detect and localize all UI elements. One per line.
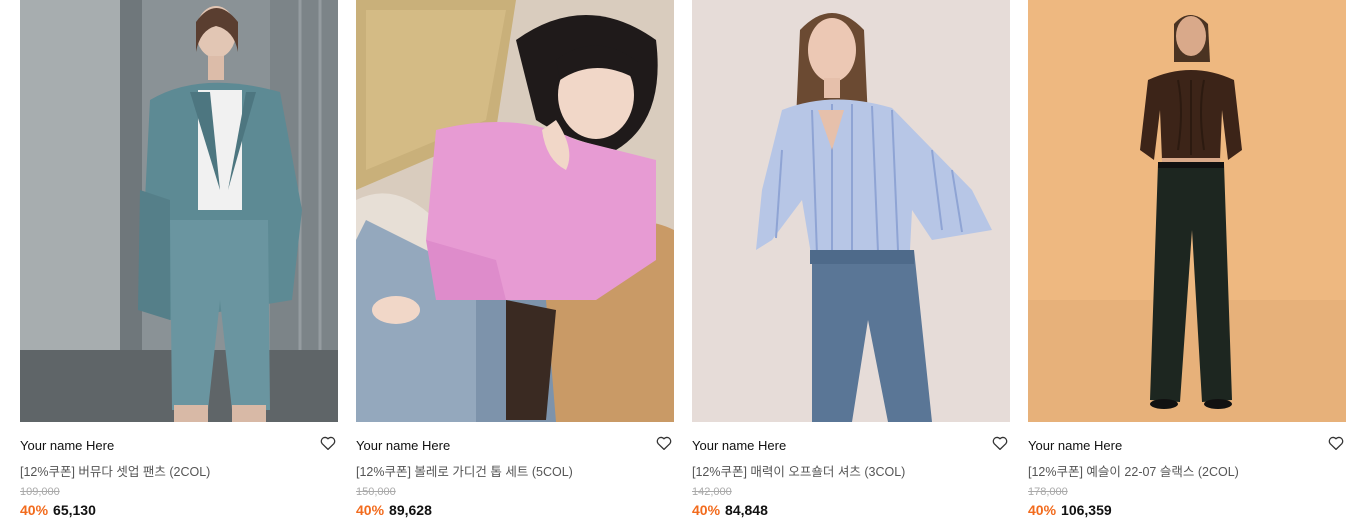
discount-rate: 40% bbox=[692, 502, 721, 518]
price-row: 40% 89,628 bbox=[356, 502, 432, 518]
heart-icon[interactable] bbox=[319, 434, 337, 452]
product-card[interactable]: Your name Here [12%쿠폰] 매력이 오프숄더 셔츠 (3COL… bbox=[692, 0, 1010, 523]
product-image[interactable] bbox=[356, 0, 674, 422]
product-card[interactable]: Your name Here [12%쿠폰] 볼레로 가디건 톱 세트 (5CO… bbox=[356, 0, 674, 523]
heart-icon[interactable] bbox=[655, 434, 673, 452]
original-price: 178,000 bbox=[1028, 486, 1068, 498]
price-row: 40% 84,848 bbox=[692, 502, 768, 518]
product-card[interactable]: Your name Here [12%쿠폰] 예슬이 22-07 슬랙스 (2C… bbox=[1028, 0, 1346, 523]
heart-icon[interactable] bbox=[1327, 434, 1345, 452]
product-image[interactable] bbox=[692, 0, 1010, 422]
original-price: 109,000 bbox=[20, 486, 60, 498]
brand-name[interactable]: Your name Here bbox=[1028, 438, 1122, 453]
sale-price: 65,130 bbox=[53, 502, 96, 518]
brand-name[interactable]: Your name Here bbox=[692, 438, 786, 453]
heart-icon[interactable] bbox=[991, 434, 1009, 452]
discount-rate: 40% bbox=[20, 502, 49, 518]
price-row: 40% 65,130 bbox=[20, 502, 96, 518]
product-title[interactable]: [12%쿠폰] 버뮤다 셋업 팬츠 (2COL) bbox=[20, 461, 210, 480]
product-title[interactable]: [12%쿠폰] 볼레로 가디건 톱 세트 (5COL) bbox=[356, 461, 573, 480]
product-title[interactable]: [12%쿠폰] 예슬이 22-07 슬랙스 (2COL) bbox=[1028, 461, 1239, 480]
product-card[interactable]: Your name Here [12%쿠폰] 버뮤다 셋업 팬츠 (2COL) … bbox=[20, 0, 338, 523]
price-row: 40% 106,359 bbox=[1028, 502, 1112, 518]
sale-price: 84,848 bbox=[725, 502, 768, 518]
brand-name[interactable]: Your name Here bbox=[20, 438, 114, 453]
product-image[interactable] bbox=[1028, 0, 1346, 422]
sale-price: 89,628 bbox=[389, 502, 432, 518]
discount-rate: 40% bbox=[1028, 502, 1057, 518]
brand-name[interactable]: Your name Here bbox=[356, 438, 450, 453]
product-grid: Your name Here [12%쿠폰] 버뮤다 셋업 팬츠 (2COL) … bbox=[20, 0, 1346, 523]
original-price: 150,000 bbox=[356, 486, 396, 498]
sale-price: 106,359 bbox=[1061, 502, 1112, 518]
original-price: 142,000 bbox=[692, 486, 732, 498]
product-title[interactable]: [12%쿠폰] 매력이 오프숄더 셔츠 (3COL) bbox=[692, 461, 905, 480]
product-image[interactable] bbox=[20, 0, 338, 422]
discount-rate: 40% bbox=[356, 502, 385, 518]
